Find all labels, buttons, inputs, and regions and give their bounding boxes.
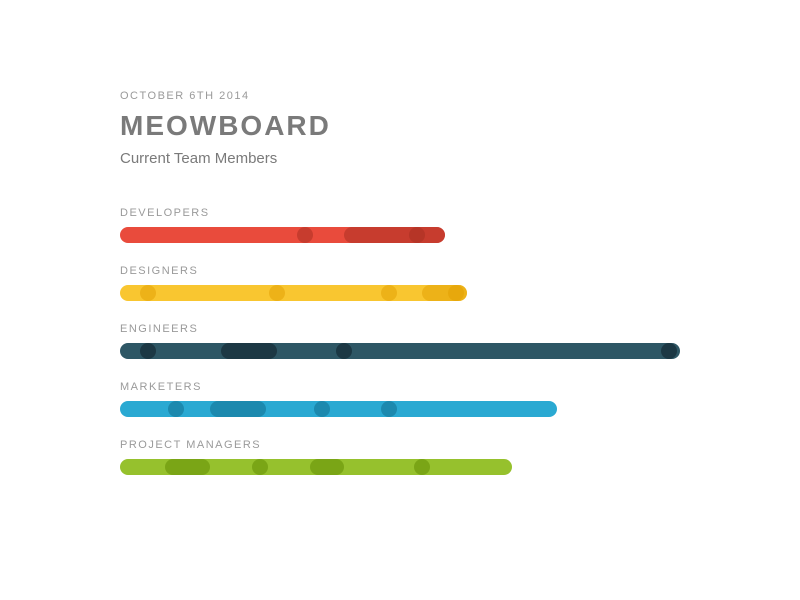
bar-marker-pill	[310, 459, 344, 475]
bar-row: DESIGNERS	[120, 265, 680, 301]
bar-marker-dot	[269, 285, 285, 301]
chart-title: MEOWBOARD	[120, 110, 680, 142]
bar-row: ENGINEERS	[120, 323, 680, 359]
bar-marker-dot	[409, 227, 425, 243]
bar	[120, 285, 467, 301]
bar	[120, 227, 445, 243]
bar-marker-dot	[297, 227, 313, 243]
bar	[120, 459, 512, 475]
chart-subtitle: Current Team Members	[120, 150, 680, 167]
bar-marker-dot	[140, 285, 156, 301]
bar-row-label: DEVELOPERS	[120, 207, 680, 219]
bar	[120, 401, 557, 417]
bar	[120, 343, 680, 359]
chart-date: OCTOBER 6TH 2014	[120, 90, 680, 102]
bar-marker-pill	[344, 227, 445, 243]
bar-row: PROJECT MANAGERS	[120, 439, 680, 475]
bar-row: MARKETERS	[120, 381, 680, 417]
bar-marker-dot	[381, 285, 397, 301]
bar-marker-dot	[414, 459, 430, 475]
bar-marker-dot	[661, 343, 677, 359]
bar-marker-dot	[448, 285, 464, 301]
bar-marker-dot	[314, 401, 330, 417]
bar-marker-dot	[140, 343, 156, 359]
bar-row: DEVELOPERS	[120, 207, 680, 243]
bar-marker-dot	[168, 401, 184, 417]
bar-row-label: PROJECT MANAGERS	[120, 439, 680, 451]
chart-header: OCTOBER 6TH 2014 MEOWBOARD Current Team …	[120, 90, 680, 167]
bar-marker-dot	[381, 401, 397, 417]
bar-marker-dot	[252, 459, 268, 475]
bar-marker-dot	[336, 343, 352, 359]
bar-marker-pill	[210, 401, 266, 417]
bar-row-label: MARKETERS	[120, 381, 680, 393]
chart-rows: DEVELOPERS DESIGNERS ENGINEERS MARKETERS PRO…	[120, 207, 680, 475]
bar-marker-pill	[221, 343, 277, 359]
bar-row-label: DESIGNERS	[120, 265, 680, 277]
bar-marker-pill	[165, 459, 210, 475]
bar-row-label: ENGINEERS	[120, 323, 680, 335]
